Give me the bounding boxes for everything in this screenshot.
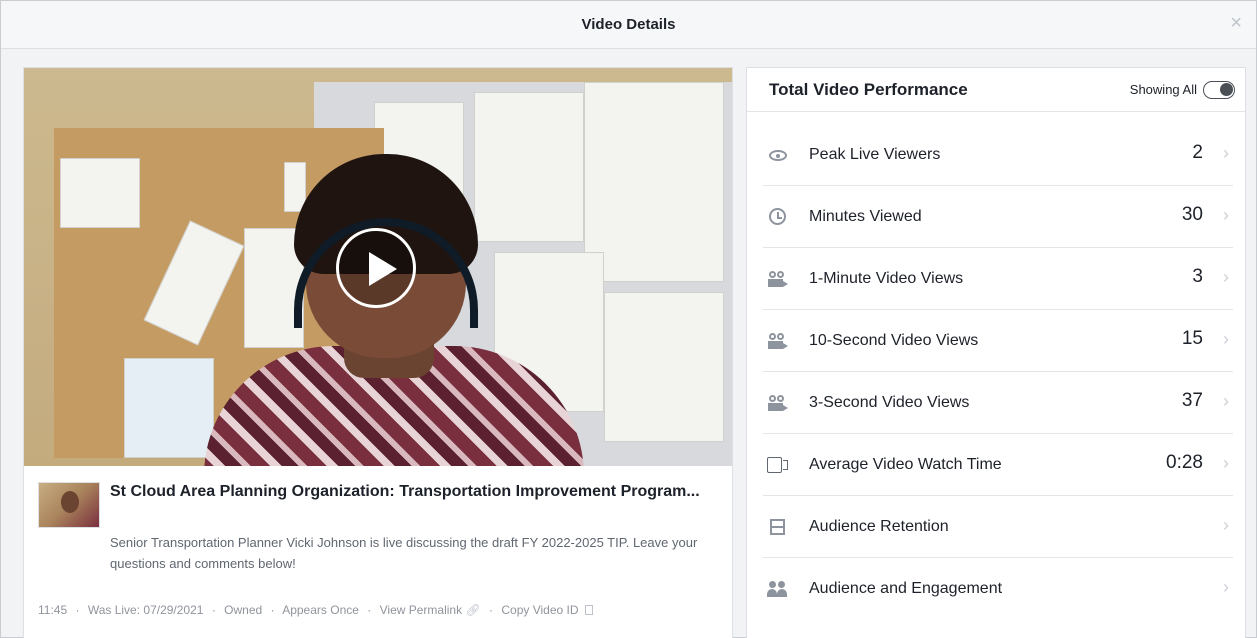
chevron-right-icon: › [1223, 329, 1229, 349]
metric-value: 30 [1181, 204, 1203, 225]
post-description: Senior Transportation Planner Vicki John… [110, 535, 698, 571]
chevron-right-icon: › [1223, 143, 1229, 163]
performance-title: Total Video Performance [769, 80, 968, 99]
video-icon [767, 454, 789, 476]
metric-value: 37 [1181, 390, 1203, 411]
chevron-right-icon: › [1223, 577, 1229, 597]
film-icon [767, 516, 789, 538]
metric-label: Peak Live Viewers [809, 146, 941, 163]
video-card: St Cloud Area Planning Organization: Tra… [23, 67, 733, 638]
metric-row-audience-retention[interactable]: Audience Retention › [763, 496, 1233, 558]
showing-all-toggle[interactable] [1203, 81, 1235, 99]
metric-label: 10-Second Video Views [809, 332, 979, 349]
ownership-status: Owned [224, 603, 263, 617]
chevron-right-icon: › [1223, 205, 1229, 225]
metric-value: 15 [1181, 328, 1203, 349]
metric-label: 3-Second Video Views [809, 394, 970, 411]
metric-label: Minutes Viewed [809, 208, 922, 225]
performance-card: Total Video Performance Showing All Peak… [746, 67, 1246, 638]
video-details-modal: Video Details × St Cloud Area Planning O… [0, 0, 1257, 638]
metric-value: 2 [1192, 142, 1203, 163]
chevron-right-icon: › [1223, 267, 1229, 287]
post-thumbnail [38, 482, 100, 528]
separator: · [75, 603, 80, 617]
copy-icon [584, 605, 593, 615]
video-camera-icon [767, 268, 789, 290]
metric-label: Average Video Watch Time [809, 456, 1002, 473]
separator: · [367, 603, 372, 617]
table-poster [584, 82, 724, 282]
clock-icon [767, 206, 789, 228]
video-player[interactable] [24, 68, 732, 466]
chevron-right-icon: › [1223, 391, 1229, 411]
separator: · [270, 603, 275, 617]
note-paper [143, 220, 245, 346]
note-paper [60, 158, 140, 228]
metric-value: 0:28 [1166, 452, 1203, 473]
chevron-right-icon: › [1223, 515, 1229, 535]
metric-label: Audience Retention [809, 518, 949, 535]
separator: · [211, 603, 216, 617]
video-camera-icon [767, 330, 789, 352]
link-icon: 🔗︎ [465, 603, 481, 617]
post-meta: 11:45 · Was Live: 07/29/2021 · Owned · A… [38, 603, 593, 617]
map-poster [474, 92, 584, 242]
metric-row-3-second-video-views[interactable]: 3-Second Video Views 37 › [763, 372, 1233, 434]
view-permalink-link[interactable]: View Permalink [380, 603, 462, 617]
flyer-paper [124, 358, 214, 458]
post-title: St Cloud Area Planning Organization: Tra… [110, 483, 700, 500]
close-icon[interactable]: × [1230, 13, 1242, 33]
chevron-right-icon: › [1223, 453, 1229, 473]
metric-row-audience-and-engagement[interactable]: Audience and Engagement › [763, 558, 1233, 620]
video-duration: 11:45 [38, 603, 68, 617]
eye-icon [767, 144, 789, 166]
performance-header: Total Video Performance Showing All [747, 68, 1245, 112]
table-poster [604, 292, 724, 442]
separator: · [489, 603, 494, 617]
appears-status: Appears Once [282, 603, 359, 617]
modal-header: Video Details × [1, 1, 1256, 49]
metric-row-10-second-video-views[interactable]: 10-Second Video Views 15 › [763, 310, 1233, 372]
copy-video-id-link[interactable]: Copy Video ID [501, 603, 578, 617]
metric-label: 1-Minute Video Views [809, 270, 964, 287]
was-live-date: Was Live: 07/29/2021 [87, 603, 204, 617]
play-button[interactable] [336, 228, 416, 308]
metric-row-minutes-viewed[interactable]: Minutes Viewed 30 › [763, 186, 1233, 248]
modal-title: Video Details [581, 16, 676, 33]
showing-all-label: Showing All [1129, 82, 1197, 97]
metric-row-peak-live-viewers[interactable]: Peak Live Viewers 2 › [763, 124, 1233, 186]
metric-row-average-video-watch-time[interactable]: Average Video Watch Time 0:28 › [763, 434, 1233, 496]
video-camera-icon [767, 392, 789, 414]
people-icon [767, 578, 789, 600]
metric-row-1-minute-video-views[interactable]: 1-Minute Video Views 3 › [763, 248, 1233, 310]
metric-value: 3 [1192, 266, 1203, 287]
metric-label: Audience and Engagement [809, 580, 1003, 597]
